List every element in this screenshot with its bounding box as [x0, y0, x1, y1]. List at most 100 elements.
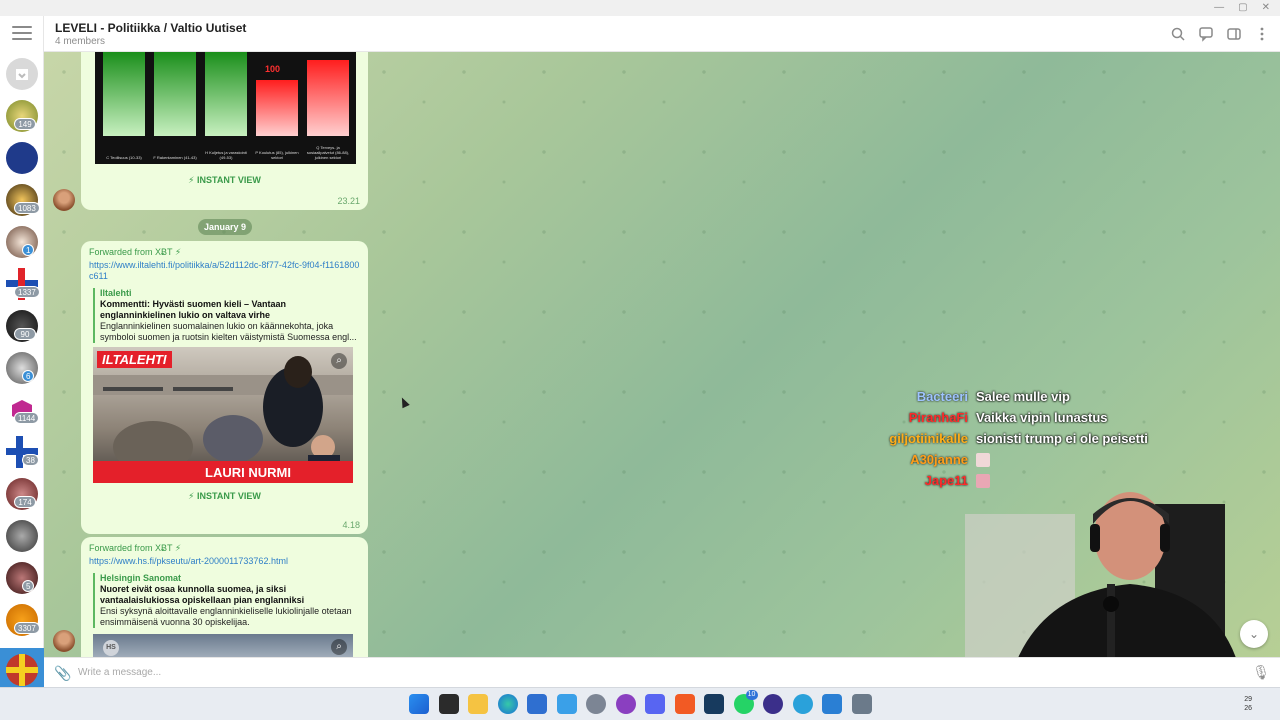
- stream-chat-message: Vaikka vipin lunastus: [976, 410, 1108, 425]
- unread-badge: 1: [22, 244, 35, 256]
- iltalehti-logo: ILTALEHTI: [97, 351, 172, 368]
- preview-title: Kommentti: Hyvästi suomen kieli – Vantaa…: [100, 299, 287, 320]
- store-icon[interactable]: [527, 694, 547, 714]
- obs-icon[interactable]: [763, 694, 783, 714]
- message-bubble[interactable]: 100 C Teollisuus (10-33) F Rakentaminen …: [81, 52, 368, 210]
- message-link[interactable]: https://www.iltalehti.fi/politiikka/a/52…: [81, 258, 368, 282]
- chart-value-label: 100: [265, 64, 281, 74]
- member-count: 4 members: [55, 36, 106, 47]
- close-button[interactable]: ✕: [1262, 2, 1270, 13]
- scroll-down-button[interactable]: ⌄: [1240, 620, 1268, 648]
- preview-description: Englanninkielinen suomalainen lukio on k…: [100, 321, 357, 342]
- unread-badge: 1337: [14, 286, 40, 298]
- chart-tick-label: C Teollisuus (10-33): [106, 155, 142, 160]
- comments-icon[interactable]: [1198, 26, 1214, 42]
- stream-chat-username: Jape11: [924, 473, 968, 488]
- unread-badge: 3307: [14, 622, 40, 634]
- more-options-icon[interactable]: [1254, 26, 1270, 42]
- settings-icon[interactable]: [586, 694, 606, 714]
- task-view-icon[interactable]: [438, 694, 459, 714]
- unread-badge: 38: [22, 454, 39, 466]
- unread-badge: 1144: [14, 412, 40, 424]
- chart-bar: [205, 52, 247, 136]
- message-input[interactable]: Write a message...: [78, 667, 161, 678]
- clock-time: 29: [1244, 696, 1252, 703]
- chart-preview-image[interactable]: 100 C Teollisuus (10-33) F Rakentaminen …: [95, 52, 356, 164]
- stream-chat-line: giljotiinikalle sionisti trump ei ole pe…: [840, 428, 1200, 449]
- preview-site-name: Iltalehti: [100, 288, 132, 298]
- sender-avatar[interactable]: [53, 189, 75, 211]
- twitch-like-icon[interactable]: [615, 694, 636, 714]
- message-bubble[interactable]: Forwarded from XɃT ⚡ https://www.hs.fi/p…: [81, 537, 368, 657]
- link-preview[interactable]: Iltalehti Kommentti: Hyvästi suomen kiel…: [93, 288, 358, 343]
- taskbar: 10 29 26: [0, 687, 1280, 720]
- edge-icon[interactable]: [497, 694, 518, 714]
- chat-avatar-11[interactable]: [6, 520, 38, 552]
- forwarded-from-label[interactable]: Forwarded from XɃT ⚡: [81, 241, 368, 258]
- minimize-button[interactable]: —: [1214, 2, 1224, 13]
- unread-badge: 6: [22, 370, 35, 382]
- instant-view-button[interactable]: ⚡ INSTANT VIEW: [81, 175, 368, 186]
- stream-chat-line: A30janne: [840, 449, 1200, 470]
- snipping-tool-icon[interactable]: [556, 694, 577, 714]
- chart-bar: [154, 52, 196, 136]
- telegram-icon[interactable]: [792, 694, 813, 714]
- chart-tick-label: Q Terveys- ja sosiaalipalvelut (86-88), …: [306, 145, 350, 160]
- preview-description: Ensi syksynä aloittavalle englanninkieli…: [100, 606, 352, 627]
- chart-bar: [103, 52, 145, 136]
- discord-icon[interactable]: [645, 694, 665, 714]
- microphone-icon[interactable]: 🎙: [1252, 664, 1270, 681]
- stream-chat-line: PiranhaFi Vaikka vipin lunastus: [840, 407, 1200, 428]
- author-name: LAURI NURMI: [205, 465, 291, 480]
- message-time: 23.21: [337, 196, 360, 206]
- sender-avatar[interactable]: [53, 630, 75, 652]
- sidebar-toggle-icon[interactable]: [1226, 26, 1242, 42]
- message-link[interactable]: https://www.hs.fi/pkseutu/art-2000011733…: [81, 554, 368, 567]
- chat-avatar-active: [6, 654, 38, 686]
- hs-logo: HS: [103, 640, 119, 656]
- unread-badge: 5: [22, 580, 35, 592]
- search-icon[interactable]: [1170, 26, 1186, 42]
- attach-icon[interactable]: 📎: [54, 665, 71, 682]
- vscode-icon[interactable]: [822, 694, 842, 714]
- whatsapp-badge: 10: [745, 690, 758, 700]
- preview-image[interactable]: ILTALEHTI ⌕ LAURI NURMI: [93, 347, 353, 483]
- preview-image[interactable]: HS ⌕: [93, 634, 353, 657]
- message-composer: 📎 Write a message... 🎙: [44, 657, 1280, 687]
- emote-icon: [976, 452, 990, 467]
- start-icon[interactable]: [409, 694, 429, 714]
- window-titlebar: — ▢ ✕: [0, 0, 1280, 16]
- stream-chat-message: sionisti trump ei ole peisetti: [976, 431, 1148, 446]
- chat-avatar-2[interactable]: [6, 142, 38, 174]
- unread-badge: 1083: [14, 202, 40, 214]
- message-bubble[interactable]: Forwarded from XɃT ⚡ https://www.iltaleh…: [81, 241, 368, 534]
- maximize-button[interactable]: ▢: [1238, 2, 1247, 13]
- hamburger-menu-icon[interactable]: [12, 26, 32, 40]
- stream-chat-line: Bacteeri Salee mulle vip: [840, 386, 1200, 407]
- clock[interactable]: 29 26: [1244, 695, 1252, 713]
- calculator-icon[interactable]: [851, 694, 872, 714]
- steam-icon[interactable]: [704, 694, 724, 714]
- preview-title: Nuoret eivät osaa kunnolla suomea, ja si…: [100, 584, 305, 605]
- stream-chat-username: A30janne: [910, 452, 968, 467]
- active-chat-highlight[interactable]: [0, 648, 44, 692]
- message-time: 4.18: [342, 520, 360, 530]
- forwarded-from-label[interactable]: Forwarded from XɃT ⚡: [81, 537, 368, 554]
- whatsapp-icon[interactable]: 10: [733, 690, 758, 714]
- preview-site-name: Helsingin Sanomat: [100, 573, 182, 583]
- unread-badge: 149: [14, 118, 36, 130]
- brave-icon[interactable]: [674, 694, 695, 714]
- instant-view-button[interactable]: ⚡ INSTANT VIEW: [81, 491, 368, 502]
- zoom-icon[interactable]: ⌕: [331, 639, 347, 655]
- chart-tick-label: H Kuljetus ja varastointi (49-53): [205, 150, 247, 160]
- chat-header: LEVELI - Politiikka / Valtio Uutiset 4 m…: [44, 16, 1280, 52]
- chat-folder-rail: 149 1083 1 1337 90 6 1144 38 174 5 3307: [0, 16, 44, 696]
- link-preview[interactable]: Helsingin Sanomat Nuoret eivät osaa kunn…: [93, 573, 358, 628]
- archive-avatar[interactable]: [6, 58, 38, 90]
- file-explorer-icon[interactable]: [468, 694, 488, 714]
- stream-chat-message: Salee mulle vip: [976, 389, 1070, 404]
- date-separator: January 9: [198, 219, 252, 235]
- stream-chat-overlay: Bacteeri Salee mulle vip PiranhaFi Vaikk…: [840, 386, 1200, 491]
- stream-chat-username: giljotiinikalle: [889, 431, 968, 446]
- zoom-icon[interactable]: ⌕: [331, 353, 347, 369]
